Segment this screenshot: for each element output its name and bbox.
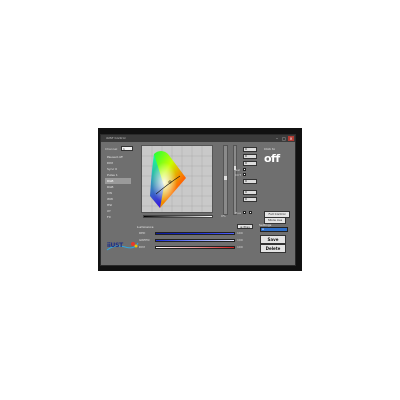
secondary-slider[interactable] xyxy=(233,145,237,215)
value-field[interactable]: 0 xyxy=(243,197,257,202)
luminance-panel: Luminance ≡ Prev RED 100 GREEN 100 DIM 1… xyxy=(137,224,255,255)
settings-panel: Settings A Save Delete xyxy=(259,223,289,255)
mode-list: Paused off DIM Sync 0 Pulse 1 RGB RGB CW WW HSI X… xyxy=(105,154,131,220)
dim-slider[interactable] xyxy=(155,246,235,249)
red-slider[interactable] xyxy=(155,232,235,235)
luminance-row: GREEN 100 xyxy=(137,238,255,243)
luminance-row: RED 100 xyxy=(137,231,255,236)
close-icon[interactable]: × xyxy=(288,136,294,141)
value-field[interactable]: 0 xyxy=(243,190,257,195)
logo-text: iiUST xyxy=(107,242,123,249)
slider-knob[interactable] xyxy=(224,176,227,180)
row-label: GREEN xyxy=(139,238,150,242)
minimize-icon[interactable]: – xyxy=(274,136,280,141)
checkbox[interactable] xyxy=(243,168,246,171)
checkbox[interactable] xyxy=(249,211,252,214)
channel-input[interactable]: 1 xyxy=(121,146,133,151)
prev-button[interactable]: ≡ Prev xyxy=(237,224,253,229)
level-slider[interactable] xyxy=(223,145,228,215)
checkbox[interactable] xyxy=(243,211,246,214)
check-label: Gel xyxy=(235,168,241,172)
row-value: 100 xyxy=(237,245,243,249)
save-button[interactable]: Save xyxy=(260,235,286,244)
power-toggle[interactable]: off xyxy=(264,152,280,165)
app-window: iiUST Control – □ × Channel 1 Paused off… xyxy=(100,134,296,266)
maximize-icon[interactable]: □ xyxy=(281,136,287,141)
delete-button[interactable]: Delete xyxy=(260,244,286,253)
channel-label: Channel xyxy=(105,147,118,151)
row-value: 100 xyxy=(237,238,243,242)
luminance-header: Luminance xyxy=(137,225,154,229)
green-slider[interactable] xyxy=(155,239,235,242)
value-field[interactable]: 0 xyxy=(243,161,257,166)
window-title: iiUST Control xyxy=(106,136,126,140)
row-label: DIM xyxy=(139,245,145,249)
color-picker-plot[interactable] xyxy=(141,145,213,213)
luminance-row: DIM 100 xyxy=(137,245,255,250)
checkbox[interactable] xyxy=(243,173,246,176)
row-label: RED xyxy=(139,231,146,235)
check-label: CCT xyxy=(235,173,242,177)
brightness-gradient-bar[interactable] xyxy=(143,215,213,218)
title-bar: iiUST Control – □ × xyxy=(101,135,295,142)
power-label: Click to xyxy=(264,147,276,151)
check-label: Hue xyxy=(235,211,242,215)
sidebar-item[interactable]: FX xyxy=(105,214,131,220)
value-field[interactable]: 0 xyxy=(243,154,257,159)
gradient-label: 0% xyxy=(221,214,226,218)
value-field[interactable]: 0 xyxy=(243,147,257,152)
settings-select[interactable]: A xyxy=(260,227,288,232)
value-field[interactable]: 0 xyxy=(243,179,257,184)
brand-logo: iiUST xyxy=(105,239,139,253)
sidebar: Channel 1 Paused off DIM Sync 0 Pulse 1 RGB R… xyxy=(105,146,135,246)
row-value: 100 xyxy=(237,231,243,235)
